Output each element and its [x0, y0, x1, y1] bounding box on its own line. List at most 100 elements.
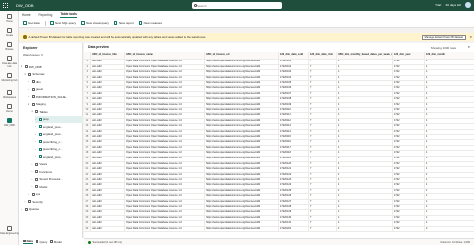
- tree-item[interactable]: › sys: [28, 191, 83, 198]
- table-cell[interactable]: Open Data Commons Open Database License …: [124, 226, 205, 233]
- chevron-right-icon[interactable]: ›: [32, 178, 35, 181]
- new-report-button[interactable]: New report: [113, 21, 134, 25]
- chevron-right-icon[interactable]: ›: [35, 148, 38, 151]
- folder-icon: [24, 207, 28, 211]
- get-data-button[interactable]: Get data: [23, 21, 40, 25]
- tree-item[interactable]: › england_pres...: [35, 153, 83, 160]
- tree-item[interactable]: › Functions: [32, 168, 84, 175]
- app-launcher-icon[interactable]: [3, 3, 8, 8]
- chevron-right-icon[interactable]: ›: [35, 125, 38, 128]
- tree-item[interactable]: ▾ Staging: [28, 101, 83, 108]
- warehouse-selector[interactable]: Warehouses ▾: [19, 50, 82, 57]
- tree-item-label: england_pres...: [42, 154, 63, 159]
- tab-query[interactable]: Query: [35, 240, 47, 244]
- new-measure-button[interactable]: New measure: [138, 21, 162, 25]
- chevron-right-icon[interactable]: ›: [21, 208, 24, 211]
- warehouse-icon: [24, 65, 28, 68]
- rail-item-3[interactable]: Browse: [0, 42, 19, 51]
- chevron-down-icon[interactable]: ▾: [28, 103, 31, 106]
- chevron-right-icon[interactable]: ›: [32, 185, 35, 188]
- chevron-right-icon[interactable]: ›: [28, 95, 31, 98]
- tree-item[interactable]: › Model: [32, 183, 84, 190]
- tree-item[interactable]: › INFORMATION_SCHE...: [28, 93, 83, 100]
- tree-item-label: Security: [32, 199, 43, 204]
- column-header[interactable]: ABC_id_licence_url: [204, 52, 279, 60]
- rail-label: Workspaces: [2, 96, 17, 99]
- tree-item[interactable]: › england_pres...: [35, 123, 83, 130]
- rail-item-6[interactable]: Workspaces: [0, 90, 19, 99]
- tab-model[interactable]: Model: [50, 240, 62, 244]
- chevron-right-icon[interactable]: ›: [28, 193, 31, 196]
- table-cell[interactable]: 1722: [392, 226, 425, 233]
- folder-icon: [31, 102, 35, 106]
- engineering-icon: [7, 226, 12, 231]
- tree-item[interactable]: › Queries: [21, 206, 83, 213]
- column-header[interactable]: 123_dim_month: [424, 52, 474, 60]
- table-cell[interactable]: https://www.opendatacommons.org/licenses…: [204, 226, 279, 233]
- column-header[interactable]: 123_dim_year: [392, 52, 425, 60]
- chevron-right-icon[interactable]: ›: [28, 80, 31, 83]
- tab-reporting[interactable]: Reporting: [39, 13, 53, 18]
- warehouse-icon: [7, 118, 12, 123]
- tree-item[interactable]: › prescribing_c...: [35, 146, 83, 153]
- close-preview-icon[interactable]: ✕: [467, 45, 470, 49]
- close-icon[interactable]: ✕: [469, 35, 472, 39]
- column-header[interactable]: 123_dim_data_rtrm: [308, 52, 337, 60]
- table-row[interactable]: 32 odc-odbl Open Data Commons Open Databas…: [84, 226, 474, 233]
- rail-item-8[interactable]: DW_ODB: [0, 118, 19, 127]
- rail-item-1[interactable]: Home: [0, 14, 19, 23]
- tab-home[interactable]: Home: [22, 13, 31, 18]
- search-box[interactable]: Search: [192, 2, 282, 9]
- tab-data[interactable]: Data: [23, 239, 33, 244]
- rail-label: OneLake data hub: [1, 62, 18, 68]
- workspace-title[interactable]: DW_ODB: [16, 3, 34, 8]
- table-cell[interactable]: 17220201: [278, 226, 309, 233]
- avatar[interactable]: [465, 2, 471, 8]
- tree-item[interactable]: ▾ Schemas: [25, 71, 84, 78]
- chevron-right-icon[interactable]: ›: [28, 88, 31, 91]
- tree-item[interactable]: › england_pres...: [35, 131, 83, 138]
- chevron-down-icon[interactable]: ▾: [25, 73, 28, 76]
- new-sql-query-button[interactable]: New SQL query: [50, 21, 76, 25]
- chevron-right-icon[interactable]: ›: [32, 170, 35, 173]
- tree-item[interactable]: › Views: [32, 161, 84, 168]
- chevron-right-icon[interactable]: ›: [35, 133, 38, 136]
- folder-icon: [35, 110, 39, 113]
- tree-item[interactable]: › dbo: [28, 78, 83, 85]
- tree-item[interactable]: › guest: [28, 86, 83, 93]
- manage-dataset-button[interactable]: Manage default Power BI dataset: [421, 34, 466, 40]
- chevron-right-icon[interactable]: ›: [35, 155, 38, 158]
- rail-item-4[interactable]: OneLake data hub: [0, 56, 19, 68]
- chevron-down-icon[interactable]: ▾: [21, 65, 24, 68]
- table-cell[interactable]: odc-odbl: [90, 226, 125, 233]
- table-cell[interactable]: 1: [336, 226, 393, 233]
- tree-item[interactable]: ▾ DW_ODB: [21, 63, 83, 70]
- table-cell[interactable]: 2: [424, 226, 474, 233]
- table-icon: [38, 125, 42, 128]
- column-header[interactable]: ABC_id_licence_title: [90, 52, 125, 60]
- tree-item[interactable]: › prop: [35, 115, 83, 123]
- tree-item[interactable]: › Stored Procedur...: [32, 176, 84, 183]
- folder-icon: [35, 177, 39, 181]
- column-header[interactable]: ABC_dim_monthly_based_dates_per_week_con…: [336, 52, 393, 60]
- table-cell[interactable]: 7: [308, 226, 337, 233]
- tree-item[interactable]: › prescribing_c...: [35, 138, 83, 145]
- rail-item-2[interactable]: Create: [0, 28, 19, 37]
- chevron-right-icon[interactable]: ›: [35, 118, 38, 121]
- column-header[interactable]: ABC_id_licence_name: [124, 52, 205, 60]
- rail-item-9[interactable]: Data Engineering: [0, 226, 19, 235]
- chevron-down-icon[interactable]: ▾: [32, 110, 35, 113]
- tree-item[interactable]: ▾ Tables: [32, 108, 84, 115]
- rail-item-5[interactable]: Monitoring hub: [0, 73, 19, 82]
- chevron-right-icon[interactable]: ›: [25, 200, 28, 203]
- rail-item-7[interactable]: Demo: [0, 104, 19, 113]
- folder-icon: [35, 162, 39, 166]
- new-visual-query-button[interactable]: New visual query: [81, 21, 109, 25]
- chevron-right-icon[interactable]: ›: [32, 163, 35, 166]
- folder-icon: [28, 200, 32, 203]
- table-icon: [38, 140, 42, 143]
- column-header[interactable]: 123_dim_data_sold: [278, 52, 309, 60]
- chevron-right-icon[interactable]: ›: [35, 140, 38, 143]
- tab-table-tools[interactable]: Table tools: [60, 12, 77, 18]
- tree-item[interactable]: › Security: [25, 198, 84, 205]
